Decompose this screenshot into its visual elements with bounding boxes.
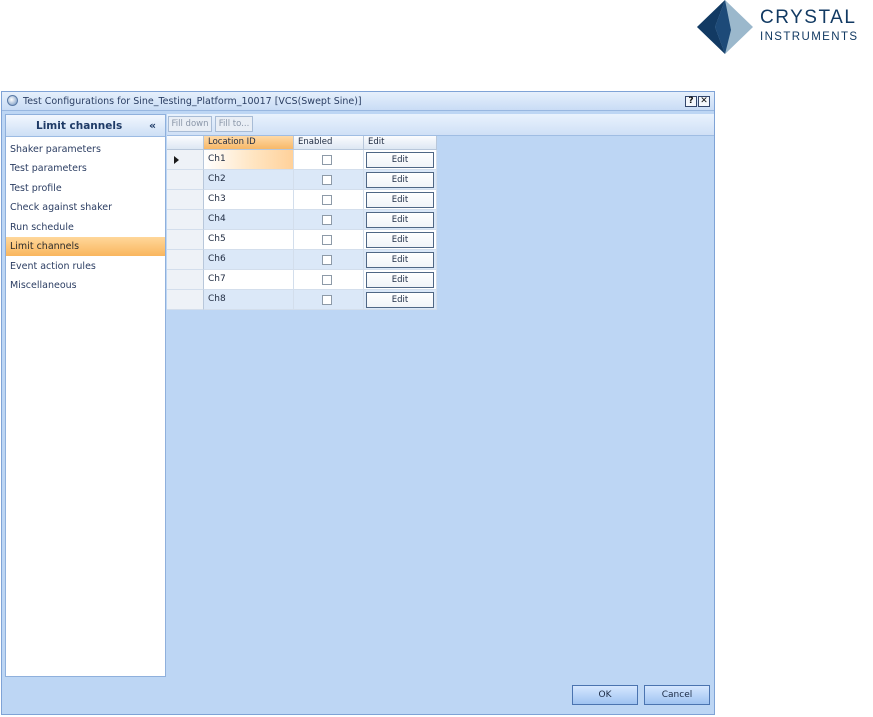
location-id-cell[interactable]: Ch8 — [204, 290, 294, 310]
ok-button[interactable]: OK — [572, 685, 638, 705]
edit-button[interactable]: Edit — [366, 192, 434, 208]
location-id-cell[interactable]: Ch6 — [204, 250, 294, 270]
location-id-cell[interactable]: Ch4 — [204, 210, 294, 230]
column-header-edit[interactable]: Edit — [364, 136, 437, 150]
enabled-cell — [294, 270, 364, 290]
location-id-cell[interactable]: Ch3 — [204, 190, 294, 210]
enabled-checkbox[interactable] — [322, 255, 332, 265]
table-row[interactable]: Ch8 Edit — [167, 290, 437, 310]
nav-item-event-action-rules[interactable]: Event action rules — [6, 257, 165, 276]
nav-item-test-profile[interactable]: Test profile — [6, 179, 165, 198]
crystal-instruments-logo: CRYSTAL INSTRUMENTS — [697, 0, 873, 56]
edit-cell: Edit — [364, 210, 437, 230]
row-selector[interactable] — [167, 170, 204, 190]
navigation-panel: Limit channels « Shaker parameters Test … — [5, 114, 166, 677]
help-button[interactable]: ? — [685, 96, 697, 107]
enabled-checkbox[interactable] — [322, 235, 332, 245]
edit-button[interactable]: Edit — [366, 252, 434, 268]
enabled-cell — [294, 290, 364, 310]
row-selector-header — [167, 136, 204, 150]
table-row[interactable]: Ch6 Edit — [167, 250, 437, 270]
cancel-button[interactable]: Cancel — [644, 685, 710, 705]
location-id-cell[interactable]: Ch2 — [204, 170, 294, 190]
edit-cell: Edit — [364, 230, 437, 250]
row-selector[interactable] — [167, 250, 204, 270]
edit-cell: Edit — [364, 250, 437, 270]
nav-item-shaker-parameters[interactable]: Shaker parameters — [6, 140, 165, 159]
table-row[interactable]: Ch2 Edit — [167, 170, 437, 190]
logo-text-instruments: INSTRUMENTS — [760, 31, 859, 43]
enabled-cell — [294, 210, 364, 230]
fill-down-button[interactable]: Fill down — [168, 116, 212, 132]
logo-text-crystal: CRYSTAL — [760, 7, 857, 28]
enabled-cell — [294, 250, 364, 270]
nav-title: Limit channels — [36, 120, 123, 132]
row-selector[interactable] — [167, 150, 204, 170]
app-icon — [7, 95, 18, 106]
nav-item-test-parameters[interactable]: Test parameters — [6, 159, 165, 178]
test-configurations-window: Test Configurations for Sine_Testing_Pla… — [1, 91, 715, 715]
enabled-checkbox[interactable] — [322, 175, 332, 185]
nav-item-miscellaneous[interactable]: Miscellaneous — [6, 276, 165, 295]
close-button[interactable]: ✕ — [698, 96, 710, 107]
title-bar[interactable]: Test Configurations for Sine_Testing_Pla… — [2, 92, 714, 111]
column-header-location-id[interactable]: Location ID — [204, 136, 294, 150]
enabled-cell — [294, 150, 364, 170]
location-id-cell[interactable]: Ch5 — [204, 230, 294, 250]
location-id-cell[interactable]: Ch1 — [204, 150, 294, 170]
collapse-chevron-icon[interactable]: « — [149, 119, 156, 132]
enabled-cell — [294, 170, 364, 190]
nav-item-check-against-shaker[interactable]: Check against shaker — [6, 198, 165, 217]
fill-to-button[interactable]: Fill to... — [215, 116, 253, 132]
window-title: Test Configurations for Sine_Testing_Pla… — [23, 96, 362, 107]
table-row[interactable]: Ch4 Edit — [167, 210, 437, 230]
nav-header: Limit channels « — [6, 115, 165, 137]
row-selector[interactable] — [167, 190, 204, 210]
edit-cell: Edit — [364, 190, 437, 210]
edit-button[interactable]: Edit — [366, 292, 434, 308]
enabled-cell — [294, 230, 364, 250]
enabled-checkbox[interactable] — [322, 275, 332, 285]
table-row[interactable]: Ch1 Edit — [167, 150, 437, 170]
edit-cell: Edit — [364, 170, 437, 190]
edit-button[interactable]: Edit — [366, 152, 434, 168]
column-header-enabled[interactable]: Enabled — [294, 136, 364, 150]
nav-item-limit-channels[interactable]: Limit channels — [6, 237, 165, 256]
diamond-logo-icon — [697, 0, 753, 54]
nav-item-run-schedule[interactable]: Run schedule — [6, 218, 165, 237]
edit-button[interactable]: Edit — [366, 272, 434, 288]
table-row[interactable]: Ch3 Edit — [167, 190, 437, 210]
enabled-checkbox[interactable] — [322, 295, 332, 305]
edit-cell: Edit — [364, 150, 437, 170]
current-row-arrow-icon — [174, 156, 179, 164]
location-id-cell[interactable]: Ch7 — [204, 270, 294, 290]
table-row[interactable]: Ch7 Edit — [167, 270, 437, 290]
table-row[interactable]: Ch5 Edit — [167, 230, 437, 250]
row-selector[interactable] — [167, 210, 204, 230]
edit-button[interactable]: Edit — [366, 232, 434, 248]
edit-button[interactable]: Edit — [366, 172, 434, 188]
edit-button[interactable]: Edit — [366, 212, 434, 228]
row-selector[interactable] — [167, 270, 204, 290]
row-selector[interactable] — [167, 290, 204, 310]
grid-toolbar: Fill down Fill to... — [167, 114, 714, 136]
edit-cell: Edit — [364, 270, 437, 290]
row-selector[interactable] — [167, 230, 204, 250]
edit-cell: Edit — [364, 290, 437, 310]
enabled-checkbox[interactable] — [322, 215, 332, 225]
enabled-cell — [294, 190, 364, 210]
enabled-checkbox[interactable] — [322, 195, 332, 205]
enabled-checkbox[interactable] — [322, 155, 332, 165]
